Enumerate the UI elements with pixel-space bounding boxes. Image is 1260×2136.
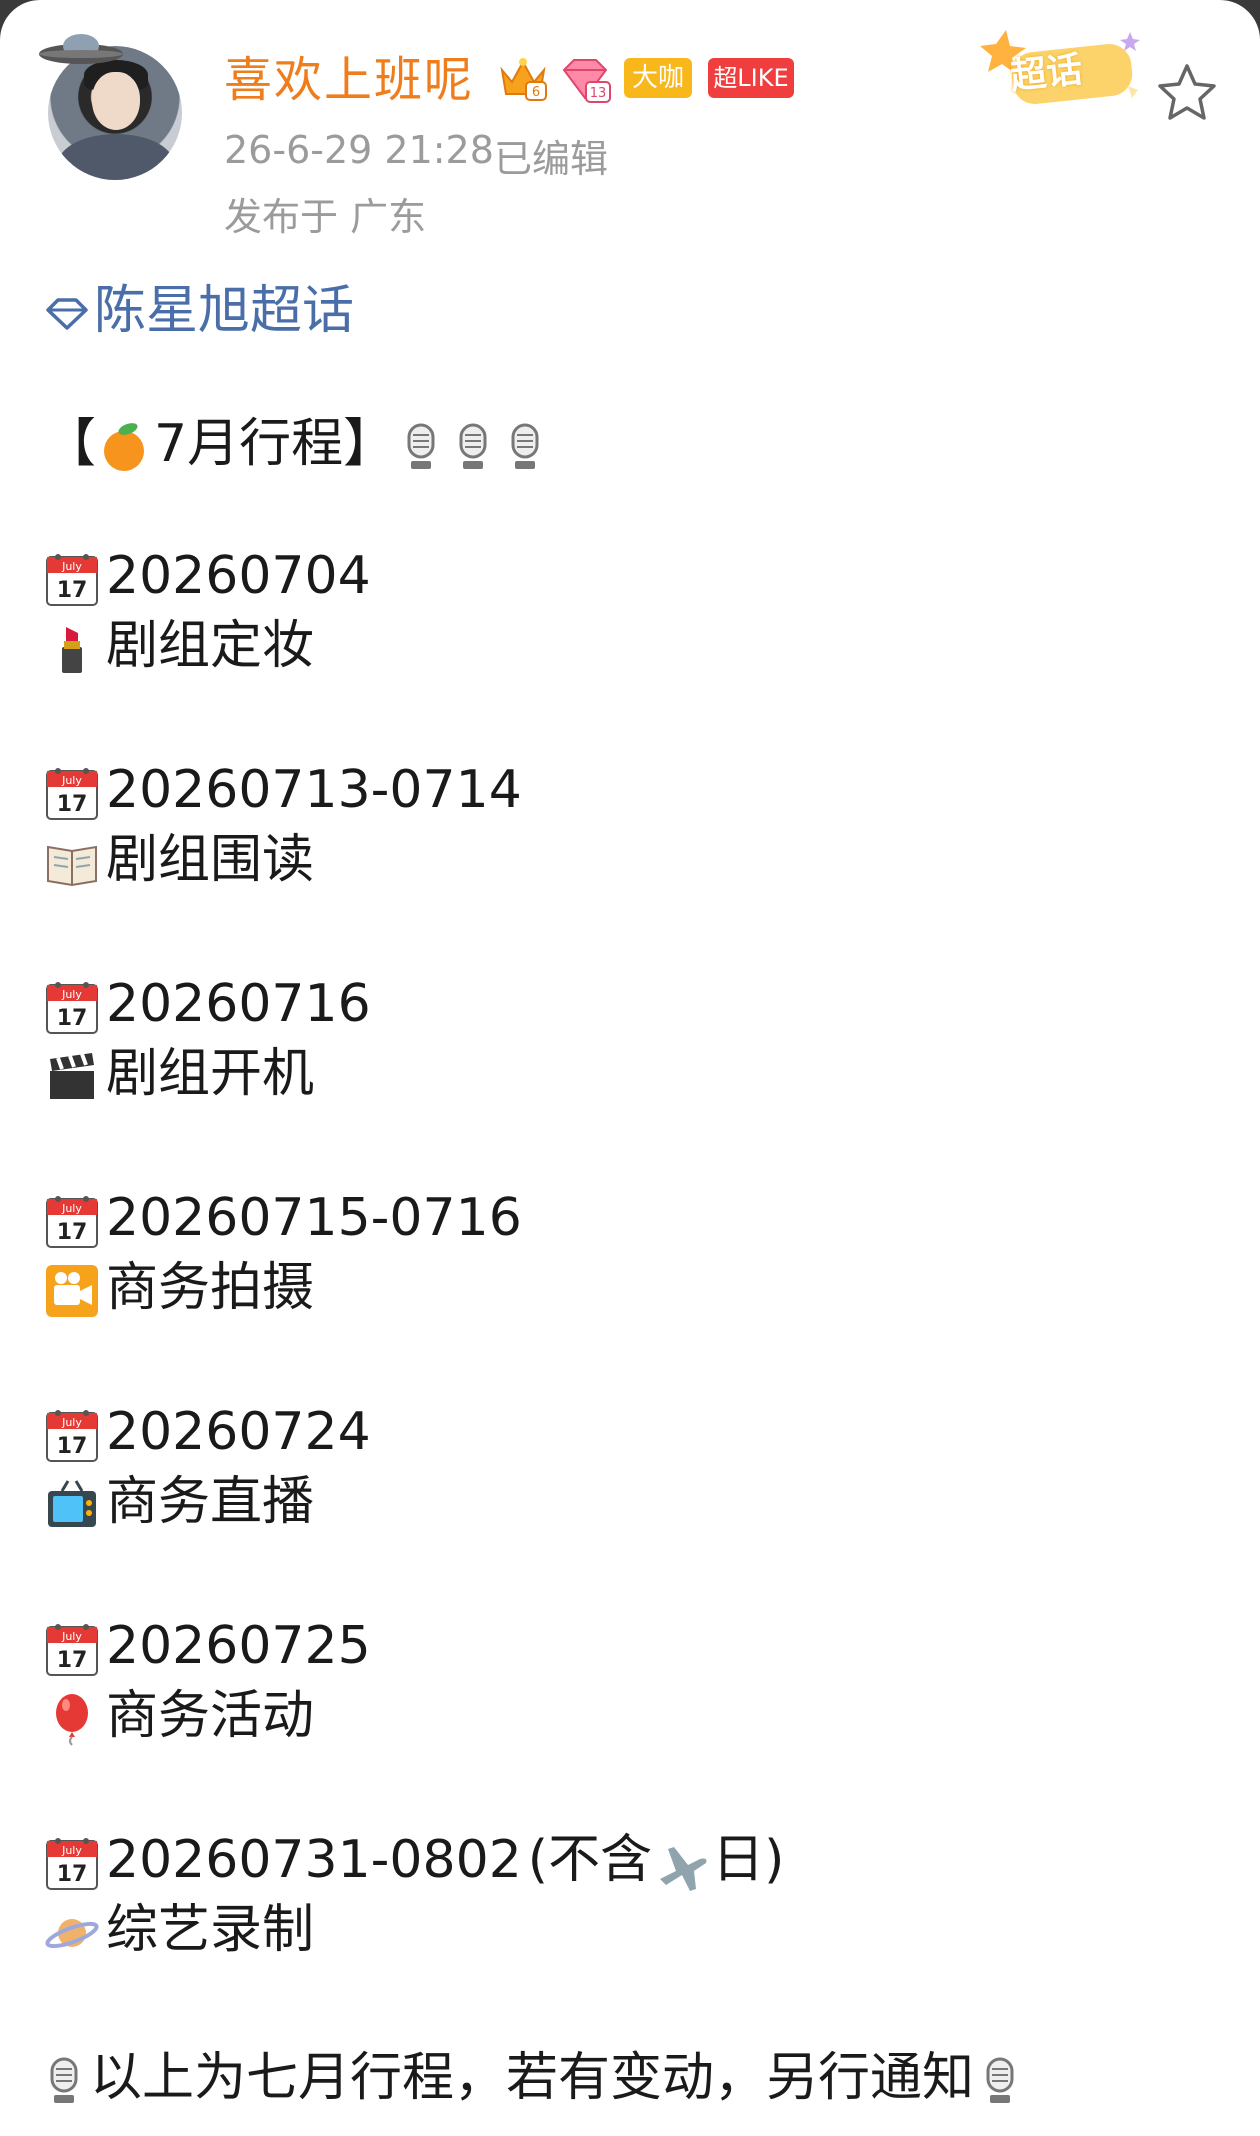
calendar-icon: July 17 [46, 1196, 98, 1248]
topic-name: 陈星旭超话 [94, 281, 355, 341]
crown-level-badge-icon: 6 [500, 58, 547, 101]
svg-text:17: 17 [57, 1006, 88, 1031]
calendar-icon: July 17 [44, 551, 100, 607]
clapper-icon [50, 1053, 94, 1099]
schedule-date: 20260704 [106, 546, 371, 606]
schedule-event: 商务活动 [106, 1686, 315, 1746]
microphone-icon [50, 2057, 78, 2103]
schedule-footer: 以上为七月行程，若有变动，另行通知 [44, 2048, 1026, 2108]
lipstick-icon [62, 627, 82, 673]
super-like-badge: 超LIKE [708, 58, 794, 98]
schedule-date: 20260713-0714 [106, 760, 522, 820]
schedule-event: 剧组开机 [106, 1044, 315, 1104]
calendar-icon: July 17 [44, 1835, 100, 1891]
diamond-topic-icon [46, 298, 88, 330]
heading-open-bracket: 【 [44, 414, 97, 474]
schedule-event: 综艺录制 [106, 1900, 315, 1960]
weibo-post-card: 喜欢上班呢 6 13 大咖 超LIKE 26-6-29 21:28 已编辑 发布… [0, 0, 1260, 2136]
microphone-icon [986, 2057, 1014, 2103]
schedule-event: 剧组定妆 [106, 616, 315, 676]
ufo-decoration-icon [39, 34, 123, 64]
username[interactable]: 喜欢上班呢 [224, 40, 474, 110]
schedule-date-line: July 17 20260725 [44, 1616, 371, 1677]
schedule-date: 20260715-0716 [106, 1188, 522, 1248]
post-timestamp: 26-6-29 21:28 [224, 128, 494, 172]
microphone-icon [407, 423, 435, 469]
favorite-star-icon[interactable] [1154, 60, 1220, 126]
schedule-event: 商务拍摄 [106, 1258, 315, 1318]
schedule-event-line: 剧组围读 [44, 830, 314, 891]
schedule-date: 20260725 [106, 1616, 371, 1676]
schedule-date: 20260731-0802 [106, 1830, 522, 1890]
svg-text:July: July [61, 774, 82, 787]
calendar-icon: July 17 [44, 979, 100, 1035]
schedule-date: 20260724 [106, 1402, 371, 1462]
schedule-event-line: 商务拍摄 [44, 1258, 314, 1319]
crown-level-text: 6 [532, 85, 540, 100]
svg-text:17: 17 [57, 1434, 88, 1459]
schedule-event: 剧组围读 [106, 830, 315, 890]
svg-text:17: 17 [57, 1862, 88, 1887]
schedule-event-line: 商务活动 [44, 1686, 314, 1747]
svg-text:17: 17 [57, 1220, 88, 1245]
chaohua-topic-link[interactable]: 陈星旭超话 [44, 268, 354, 343]
schedule-date-line: July 17 20260704 [44, 546, 371, 607]
schedule-date-line: July 17 20260716 [44, 974, 371, 1035]
schedule-date-line: July 17 20260724 [44, 1402, 371, 1463]
schedule-event-line: 剧组定妆 [44, 616, 314, 677]
calendar-icon: July 17 [44, 1407, 100, 1463]
svg-text:17: 17 [57, 1648, 88, 1673]
calendar-icon: July 17 [46, 1838, 98, 1890]
airplane-icon [660, 1847, 707, 1891]
calendar-icon: July 17 [44, 1193, 100, 1249]
svg-text:July: July [61, 560, 82, 573]
schedule-date-line: July 17 20260715-0716 [44, 1188, 522, 1249]
svg-text:July: July [61, 1202, 82, 1215]
daka-badge: 大咖 [624, 58, 692, 98]
schedule-heading: 【 7月行程】 [44, 414, 551, 475]
planet-icon [45, 1919, 99, 1949]
tangerine-icon [104, 423, 145, 471]
calendar-icon: July 17 [46, 1624, 98, 1676]
tv-icon [48, 1480, 96, 1527]
footer-text: 以上为七月行程，若有变动，另行通知 [90, 2048, 975, 2108]
schedule-event-line: 综艺录制 [44, 1900, 314, 1961]
calendar-icon: July 17 [46, 982, 98, 1034]
post-location: 发布于 广东 [224, 195, 427, 239]
svg-text:17: 17 [57, 578, 88, 603]
movie-camera-icon [46, 1265, 98, 1317]
gem-level-text: 13 [590, 86, 607, 101]
gem-level-badge-icon: 13 [562, 59, 611, 103]
book-icon [47, 845, 97, 887]
schedule-event: 商务直播 [106, 1472, 315, 1532]
chaohua-badge-label: 超话 [1008, 49, 1085, 98]
svg-text:July: July [61, 988, 82, 1001]
date-note-prefix: (不含 [527, 1830, 653, 1890]
calendar-icon: July 17 [46, 554, 98, 606]
svg-text:July: July [61, 1416, 82, 1429]
microphone-icon [511, 423, 539, 469]
svg-text:17: 17 [57, 792, 88, 817]
schedule-event-line: 商务直播 [44, 1472, 314, 1533]
microphone-icon [459, 423, 487, 469]
calendar-icon: July 17 [44, 765, 100, 821]
calendar-icon: July 17 [46, 1410, 98, 1462]
svg-text:July: July [61, 1630, 82, 1643]
svg-text:July: July [61, 1844, 82, 1857]
schedule-date: 20260716 [106, 974, 371, 1034]
balloon-icon [56, 1694, 88, 1746]
user-avatar[interactable] [36, 24, 196, 184]
schedule-date-line: July 17 20260713-0714 [44, 760, 522, 821]
heading-text: 7月行程】 [154, 414, 396, 474]
calendar-icon: July 17 [46, 768, 98, 820]
calendar-icon: July 17 [44, 1621, 100, 1677]
edited-label: 已编辑 [494, 137, 609, 181]
schedule-event-line: 剧组开机 [44, 1044, 314, 1105]
schedule-date-line: July 17 20260731-0802 (不含 日) [44, 1830, 784, 1891]
date-note-suffix: 日) [712, 1830, 785, 1890]
